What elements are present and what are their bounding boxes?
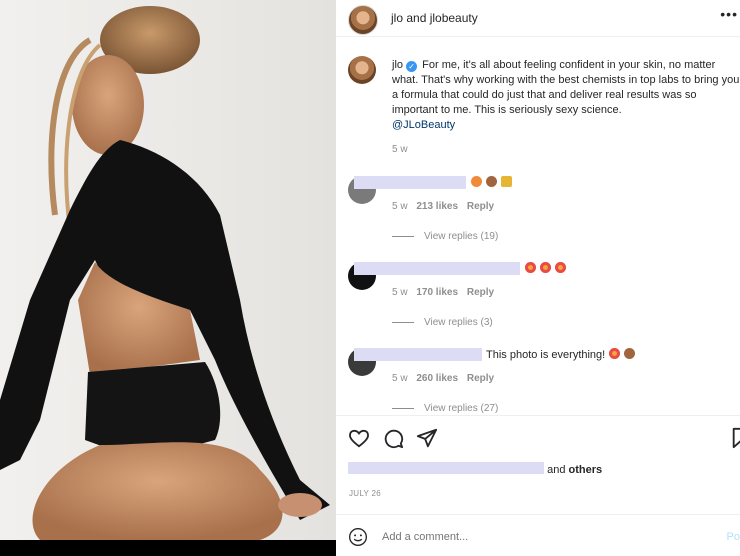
comment-reply-button[interactable]: Reply (467, 201, 494, 212)
caption-avatar[interactable] (348, 56, 376, 84)
comment-likes[interactable]: 213 likes (416, 201, 458, 212)
comment-body: This photo is everything! (486, 349, 606, 361)
view-replies-button[interactable]: View replies (27) (392, 403, 498, 414)
redacted-username (354, 262, 520, 275)
heart-eyes-emoji-icon (540, 262, 552, 273)
post-photo[interactable] (0, 0, 336, 540)
comment-time[interactable]: 5 w (392, 373, 408, 384)
view-replies-label: View replies (19) (424, 231, 499, 242)
view-replies-label: View replies (27) (424, 403, 499, 414)
post-comment-button[interactable]: Po (727, 531, 740, 543)
caption-text-block: jlo ✓ For me, it's all about feeling con… (392, 58, 740, 133)
comment-icon[interactable] (382, 427, 404, 449)
heart-eyes-emoji-icon (609, 348, 621, 359)
post-date[interactable]: JULY 26 (349, 489, 381, 498)
caption-username[interactable]: jlo (392, 59, 403, 71)
view-replies-button[interactable]: View replies (19) (392, 231, 498, 242)
divider-line (392, 321, 414, 323)
caption-mention-link[interactable]: @JLoBeauty (392, 119, 455, 131)
comment-item: This photo is everything! 5 w 260 likes … (348, 348, 740, 418)
crown-emoji-icon (501, 176, 513, 187)
verified-badge-icon: ✓ (406, 61, 418, 72)
comment-likes[interactable]: 260 likes (416, 373, 458, 384)
liked-by-others[interactable]: others (569, 464, 603, 476)
comment-reply-button[interactable]: Reply (467, 287, 494, 298)
author-avatar[interactable] (348, 5, 378, 35)
post-actions-bar (336, 415, 740, 466)
liked-by-and: and (547, 464, 566, 476)
liked-by-row[interactable]: and others (348, 462, 602, 476)
hand-emoji-icon (624, 348, 636, 359)
comment-text (524, 262, 567, 275)
add-comment-bar: Po (336, 514, 740, 556)
comment-meta: 5 w 170 likes Reply (392, 287, 494, 298)
peach-emoji-icon (471, 176, 482, 187)
divider-line (392, 407, 414, 409)
heart-eyes-emoji-icon (555, 262, 567, 273)
view-replies-label: View replies (3) (424, 317, 493, 328)
more-options-icon[interactable]: ••• (720, 6, 738, 22)
post-header: jlo and jlobeauty ••• (336, 0, 740, 37)
heart-icon[interactable] (348, 427, 370, 449)
hand-emoji-icon (486, 176, 498, 187)
add-comment-input[interactable] (382, 531, 682, 543)
post-sidebar: jlo and jlobeauty ••• jlo ✓ For me, it's… (336, 0, 740, 556)
heart-eyes-emoji-icon (525, 262, 536, 273)
emoji-smiley-icon[interactable] (348, 527, 368, 547)
comment-item: 5 w 170 likes Reply View replies (3) (348, 262, 740, 332)
comment-text (470, 176, 513, 189)
divider-line (392, 235, 414, 237)
redacted-username (354, 176, 466, 189)
caption-timestamp[interactable]: 5 w (392, 144, 408, 155)
comment-meta: 5 w 213 likes Reply (392, 201, 494, 212)
comment-reply-button[interactable]: Reply (467, 373, 494, 384)
comment-time[interactable]: 5 w (392, 201, 408, 212)
comment-meta: 5 w 260 likes Reply (392, 373, 494, 384)
share-icon[interactable] (416, 427, 438, 449)
bookmark-icon[interactable] (730, 427, 740, 449)
redacted-liker (348, 462, 545, 474)
view-replies-button[interactable]: View replies (3) (392, 317, 493, 328)
comment-item: 5 w 213 likes Reply View replies (19) (348, 176, 740, 246)
comment-text: This photo is everything! (486, 348, 636, 361)
photo-illustration (0, 6, 330, 540)
comment-likes[interactable]: 170 likes (416, 287, 458, 298)
post-authors[interactable]: jlo and jlobeauty (391, 11, 478, 25)
caption-body: For me, it's all about feeling confident… (392, 59, 740, 116)
redacted-username (354, 348, 482, 361)
comment-time[interactable]: 5 w (392, 287, 408, 298)
